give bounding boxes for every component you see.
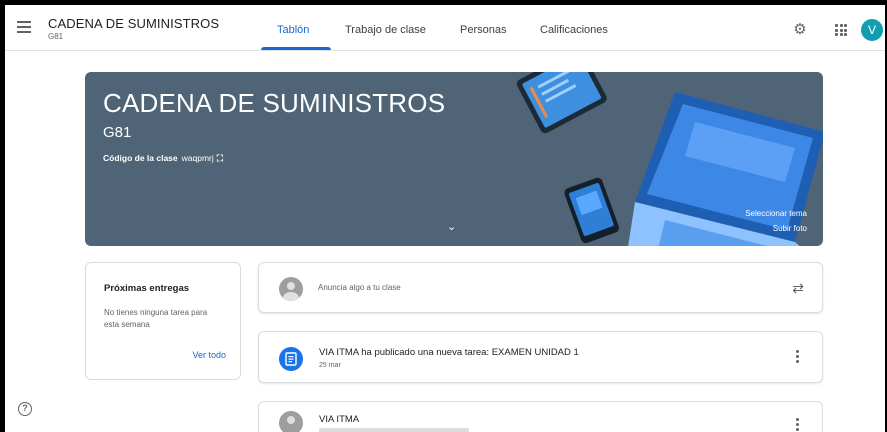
- account-avatar[interactable]: V: [861, 19, 883, 41]
- stream-post[interactable]: VIA ITMA: [258, 401, 823, 432]
- active-tab-indicator: [261, 47, 331, 50]
- more-vert-icon[interactable]: [796, 350, 800, 364]
- help-icon[interactable]: ?: [18, 402, 32, 416]
- upcoming-empty-text: No tienes ninguna tarea para esta semana: [104, 308, 208, 329]
- class-code: Código de la clase waqpmrj ⛶: [103, 153, 223, 164]
- view-all-link[interactable]: Ver todo: [192, 350, 226, 360]
- fullscreen-icon[interactable]: ⛶: [217, 153, 223, 164]
- select-theme-link[interactable]: Seleccionar tema: [745, 209, 807, 218]
- tab-trabajo-de-clase[interactable]: Trabajo de clase: [345, 24, 426, 36]
- class-code-value: waqpmrj: [181, 153, 214, 163]
- stream-post[interactable]: VIA ITMA ha publicado una nueva tarea: E…: [258, 331, 823, 383]
- upload-photo-link[interactable]: Subir foto: [773, 224, 807, 233]
- post-title: VIA ITMA ha publicado una nueva tarea: E…: [319, 347, 579, 358]
- tab-tablon[interactable]: Tablón: [277, 24, 309, 36]
- chevron-down-icon[interactable]: ⌄: [447, 220, 456, 233]
- announce-placeholder[interactable]: Anuncia algo a tu clase: [318, 283, 401, 292]
- assignment-icon: [279, 347, 303, 371]
- apps-grid-icon[interactable]: [835, 24, 847, 36]
- more-vert-icon[interactable]: [796, 418, 800, 432]
- post-date: 25 mar: [319, 362, 341, 369]
- author-avatar: [279, 411, 303, 432]
- upcoming-title: Próximas entregas: [104, 283, 190, 294]
- class-banner: CADENA DE SUMINISTROS G81 Código de la c…: [85, 72, 823, 246]
- user-avatar: [279, 277, 303, 301]
- tab-personas[interactable]: Personas: [460, 24, 506, 36]
- tab-calificaciones[interactable]: Calificaciones: [540, 24, 608, 36]
- post-subtext-blurred: [319, 428, 469, 432]
- header-class-name[interactable]: CADENA DE SUMINISTROS: [48, 16, 219, 31]
- announce-box[interactable]: Anuncia algo a tu clase ⇄: [258, 262, 823, 313]
- class-code-label: Código de la clase: [103, 153, 178, 163]
- top-bar: CADENA DE SUMINISTROS G81 Tablón Trabajo…: [5, 5, 885, 51]
- menu-icon[interactable]: [17, 21, 31, 33]
- banner-title[interactable]: CADENA DE SUMINISTROS: [103, 88, 445, 119]
- gear-icon[interactable]: ⚙: [792, 22, 808, 38]
- post-author: VIA ITMA: [319, 414, 360, 425]
- header-class-section: G81: [48, 32, 64, 41]
- banner-section: G81: [103, 124, 132, 141]
- repost-icon[interactable]: ⇄: [792, 280, 804, 297]
- upcoming-card: Próximas entregas No tienes ninguna tare…: [85, 262, 241, 380]
- app-window: CADENA DE SUMINISTROS G81 Tablón Trabajo…: [5, 5, 885, 432]
